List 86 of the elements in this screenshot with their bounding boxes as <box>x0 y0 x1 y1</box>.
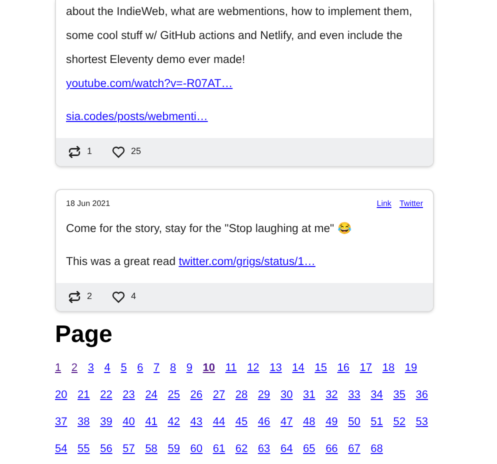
page-link[interactable]: 13 <box>270 359 282 377</box>
page-link[interactable]: 8 <box>170 359 176 377</box>
page-link[interactable]: 11 <box>225 359 237 377</box>
page-link[interactable]: 4 <box>104 359 110 377</box>
page-link[interactable]: 50 <box>348 413 360 431</box>
page-link[interactable]: 16 <box>337 359 350 377</box>
page-link[interactable]: 6 <box>137 359 144 377</box>
page-link[interactable]: 37 <box>55 413 68 431</box>
repost-icon <box>68 146 81 158</box>
page-link[interactable]: 48 <box>303 413 316 431</box>
page-link[interactable]: 57 <box>122 440 135 458</box>
page-link[interactable]: 54 <box>55 440 68 458</box>
page-link[interactable]: 33 <box>348 386 360 404</box>
page-link[interactable]: 35 <box>393 386 406 404</box>
page-link[interactable]: 5 <box>120 359 127 377</box>
page-link[interactable]: 47 <box>280 413 293 431</box>
heart-icon <box>112 146 126 158</box>
repost-icon <box>68 291 81 303</box>
page-link[interactable]: 20 <box>55 386 68 404</box>
page-link[interactable]: 18 <box>382 359 395 377</box>
page-link[interactable]: 52 <box>393 413 406 431</box>
post-url-link[interactable]: youtube.com/watch?v=-R07AT… <box>66 78 233 90</box>
page-link[interactable]: 2 <box>71 359 78 377</box>
page-link[interactable]: 28 <box>235 386 248 404</box>
page-link[interactable]: 12 <box>247 359 260 377</box>
page-link[interactable]: 51 <box>370 413 383 431</box>
heart-icon <box>112 291 126 303</box>
page-link[interactable]: 53 <box>416 413 428 431</box>
post-paragraph: Come for the story, stay for the "Stop laughing at me" 😂 <box>66 221 352 237</box>
post-url-link[interactable]: sia.codes/posts/webmenti… <box>66 105 208 129</box>
page-link[interactable]: 9 <box>186 359 192 377</box>
page-link[interactable]: 65 <box>303 440 316 458</box>
page-link[interactable]: 67 <box>348 440 360 458</box>
page-link[interactable]: 34 <box>370 386 383 404</box>
page-link[interactable]: 26 <box>190 386 203 404</box>
page-link[interactable]: 7 <box>154 359 160 377</box>
page-link[interactable]: 39 <box>100 413 112 431</box>
page-heading: Page <box>55 320 114 350</box>
page-link[interactable]: 56 <box>100 440 112 458</box>
page-link[interactable]: 21 <box>78 386 90 404</box>
post-link[interactable]: Link <box>376 198 392 210</box>
post-url-link[interactable]: twitter.com/grigs/status/1… <box>178 256 316 268</box>
page-link[interactable]: 14 <box>292 359 304 377</box>
page-link[interactable]: 55 <box>78 440 90 458</box>
page-link[interactable]: 38 <box>78 413 90 431</box>
repost-count: 1 <box>87 145 92 158</box>
page-link[interactable]: 46 <box>258 413 270 431</box>
page-link[interactable]: 42 <box>168 413 180 431</box>
page-link[interactable]: 3 <box>88 359 94 377</box>
page-link[interactable]: 64 <box>280 440 293 458</box>
page-link[interactable]: 60 <box>190 440 203 458</box>
page-link[interactable]: 58 <box>145 440 158 458</box>
page-link[interactable]: 23 <box>122 386 135 404</box>
page-link[interactable]: 25 <box>168 386 180 404</box>
page-link[interactable]: 44 <box>212 413 226 431</box>
like-count: 4 <box>131 290 136 304</box>
page-link[interactable]: 29 <box>258 386 270 404</box>
page-link[interactable]: 49 <box>326 413 338 431</box>
page-link[interactable]: 19 <box>404 359 418 377</box>
page-link[interactable]: 31 <box>303 386 316 404</box>
post-paragraph: about the IndieWeb, what are webmentions, how to implement them, some cool stuff w/ GitHub actions and Netlify, and even include the shortest Eleventy demo ever made! youtube.com/watch?v=-R07AT… <box>66 5 414 92</box>
page-link[interactable]: 17 <box>360 359 372 377</box>
page-link[interactable]: 30 <box>280 386 293 404</box>
page-link[interactable]: 68 <box>370 440 383 458</box>
page-link[interactable]: 59 <box>168 440 180 458</box>
page-link[interactable]: 61 <box>212 440 226 458</box>
page-link[interactable]: 62 <box>235 440 248 458</box>
page-link[interactable]: 32 <box>326 386 338 404</box>
page-link[interactable]: 15 <box>314 359 327 377</box>
page-link[interactable]: 27 <box>212 386 226 404</box>
post-date: 18 Jun 2021 <box>66 198 110 210</box>
page-link[interactable]: 36 <box>416 386 428 404</box>
page-link[interactable]: 63 <box>258 440 270 458</box>
page-link[interactable]: 66 <box>326 440 338 458</box>
page-link[interactable]: 10 <box>202 359 216 377</box>
post-link[interactable]: Twitter <box>399 198 423 210</box>
page-link[interactable]: 1 <box>55 359 62 377</box>
page-link[interactable]: 22 <box>100 386 112 404</box>
page-link[interactable]: 41 <box>145 413 158 431</box>
repost-count: 2 <box>87 290 92 304</box>
page-link[interactable]: 40 <box>122 413 135 431</box>
page-link[interactable]: 24 <box>145 386 158 404</box>
page-link[interactable]: 43 <box>190 413 203 431</box>
post-paragraph: This was a great read twitter.com/grigs/status/1… <box>66 255 316 270</box>
like-count: 25 <box>131 145 142 158</box>
page-link[interactable]: 45 <box>235 413 248 431</box>
